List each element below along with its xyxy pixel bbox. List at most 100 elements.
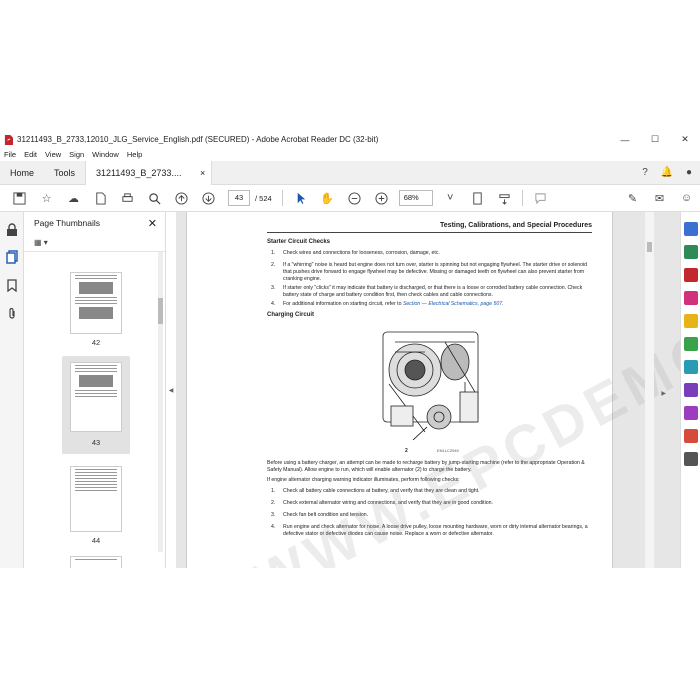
bookmark-icon[interactable] (3, 276, 21, 294)
charging-item-4: 4. Run engine and check alternator for no… (271, 524, 588, 537)
right-tools-rail (680, 212, 700, 568)
thumbnail-label-42: 42 (91, 338, 101, 347)
thumbnails-panel-title: Page Thumbnails (34, 218, 100, 228)
previous-page-icon[interactable] (168, 188, 195, 208)
page-thumbnails-panel: Page Thumbnails ✕ ▦ ▾ 42 43 44 (24, 212, 166, 568)
menu-bar: File Edit View Sign Window Help (0, 148, 700, 161)
bell-icon[interactable]: 🔔 (656, 167, 678, 178)
organize-pages-icon[interactable] (683, 360, 698, 374)
thumbnail-page-44[interactable] (70, 466, 122, 532)
more-tools-icon[interactable] (683, 452, 698, 466)
main-area: Page Thumbnails ✕ ▦ ▾ 42 43 44 ◀ Testing… (0, 212, 700, 568)
user-add-icon[interactable]: ☺ (673, 188, 700, 208)
edit-pen-icon[interactable]: ✎ (619, 188, 646, 208)
upload-cloud-icon[interactable]: ☁ (60, 188, 87, 208)
collapse-right-panel-icon[interactable]: ▶ (661, 390, 666, 397)
tab-document[interactable]: 31211493_B_2733.... × (85, 160, 213, 185)
page-header: Testing, Calibrations, and Special Proce… (440, 222, 592, 229)
starter-item-2: 2. If a "whirring" noise is heard but eng… (271, 262, 588, 282)
minimize-icon[interactable]: — (610, 135, 640, 145)
menu-file[interactable]: File (4, 150, 16, 159)
next-page-icon[interactable] (195, 188, 222, 208)
comment-icon[interactable] (527, 188, 554, 208)
page-display-icon[interactable] (464, 188, 491, 208)
scrolling-mode-icon[interactable] (491, 188, 518, 208)
starter-item-4: 4. For additional information on starting… (271, 301, 504, 307)
export-pdf-icon[interactable] (683, 245, 698, 259)
hand-tool-icon[interactable]: ✋ (314, 188, 341, 208)
menu-view[interactable]: View (45, 150, 61, 159)
section-starter-circuit-checks: Starter Circuit Checks (267, 239, 331, 245)
total-pages: / 524 (255, 193, 272, 203)
edit-pdf-icon[interactable] (683, 291, 698, 305)
document-scrollbar[interactable] (645, 212, 654, 568)
charging-item-3: 3. Check fan belt condition and tension. (271, 512, 369, 518)
request-signature-icon[interactable] (683, 429, 698, 443)
attachment-icon[interactable] (3, 304, 21, 322)
charging-paragraph-1: Before using a battery charger, an attem… (267, 460, 585, 473)
search-tool-icon[interactable] (683, 222, 698, 236)
save-icon[interactable] (6, 188, 33, 208)
mail-icon[interactable]: ✉ (646, 188, 673, 208)
starter-item-3: 3. If starter only "clicks" it may indica… (271, 285, 583, 298)
share-file-icon[interactable] (87, 188, 114, 208)
create-pdf-icon[interactable] (683, 268, 698, 282)
thumbnails-scrollbar[interactable] (158, 252, 163, 552)
maximize-icon[interactable]: ☐ (640, 134, 670, 145)
section-charging-circuit: Charging Circuit (267, 312, 315, 318)
pdf-app-icon (4, 134, 13, 145)
combine-files-icon[interactable] (683, 337, 698, 351)
account-icon[interactable]: ● (678, 167, 700, 178)
help-icon[interactable]: ? (634, 167, 656, 178)
tab-document-label: 31211493_B_2733.... (96, 167, 182, 178)
menu-sign[interactable]: Sign (69, 150, 84, 159)
title-bar: 31211493_B_2733,12010_JLG_Service_Englis… (0, 131, 700, 148)
close-tab-icon[interactable]: × (200, 168, 205, 178)
figure-callout-2: 2 (405, 448, 408, 454)
menu-window[interactable]: Window (92, 150, 119, 159)
comment-tool-icon[interactable] (683, 314, 698, 328)
select-cursor-icon[interactable] (287, 188, 314, 208)
charging-item-1: 1. Check all battery cable connections at… (271, 488, 480, 494)
electrical-schematics-link[interactable]: Section — Electrical Schematics, page 50… (403, 301, 504, 307)
close-icon[interactable]: ✕ (670, 134, 700, 145)
zoom-out-icon[interactable] (341, 188, 368, 208)
thumbnail-options-icon[interactable]: ▦ ▾ (34, 238, 48, 247)
menu-edit[interactable]: Edit (24, 150, 37, 159)
print-icon[interactable] (114, 188, 141, 208)
document-view: Testing, Calibrations, and Special Proce… (176, 212, 680, 568)
fill-sign-icon[interactable] (683, 383, 698, 397)
zoom-level-dropdown[interactable]: 68% (398, 190, 433, 206)
thumbnail-label-43: 43 (91, 438, 101, 447)
thumbnail-options-menu[interactable]: ▦ ▾ (24, 234, 165, 252)
page-number-input[interactable]: 43 (228, 190, 250, 206)
figure-id: EN1LC2940 (437, 448, 459, 453)
thumbnail-page-45[interactable] (70, 556, 122, 568)
page-thumbnails-icon[interactable] (3, 248, 21, 266)
find-icon[interactable] (141, 188, 168, 208)
protect-icon[interactable] (683, 406, 698, 420)
window-title: 31211493_B_2733,12010_JLG_Service_Englis… (17, 135, 379, 144)
menu-help[interactable]: Help (127, 150, 142, 159)
thumbnail-page-43[interactable] (70, 362, 122, 432)
charging-item-2: 2. Check external alternator wiring and c… (271, 500, 493, 506)
toolbar: ☆ ☁ 43 / 524 ✋ 68% ˅ ✎ ✉ ☺ (0, 185, 700, 212)
star-icon[interactable]: ☆ (33, 188, 60, 208)
zoom-in-icon[interactable] (368, 188, 395, 208)
pdf-page: Testing, Calibrations, and Special Proce… (186, 212, 680, 568)
collapse-left-panel-icon[interactable]: ◀ (166, 212, 176, 568)
tab-bar: Home Tools 31211493_B_2733.... × ? 🔔 ● (0, 160, 700, 185)
charging-paragraph-2: If engine alternator charging warning in… (267, 477, 460, 483)
starter-item-1: 1. Check wires and connections for loosen… (271, 250, 440, 256)
chevron-down-icon[interactable]: ˅ (437, 188, 464, 208)
lock-icon[interactable] (3, 220, 21, 238)
thumbnail-page-42[interactable] (70, 272, 122, 334)
thumbnail-label-44: 44 (91, 536, 101, 545)
acrobat-window: 31211493_B_2733,12010_JLG_Service_Englis… (0, 131, 700, 568)
close-panel-icon[interactable]: ✕ (148, 217, 157, 230)
tab-home[interactable]: Home (0, 161, 44, 185)
thumbnails-panel-header: Page Thumbnails ✕ (24, 212, 165, 234)
left-navigation-rail (0, 212, 24, 568)
engine-alternator-figure (375, 322, 490, 444)
tab-tools[interactable]: Tools (44, 161, 85, 185)
